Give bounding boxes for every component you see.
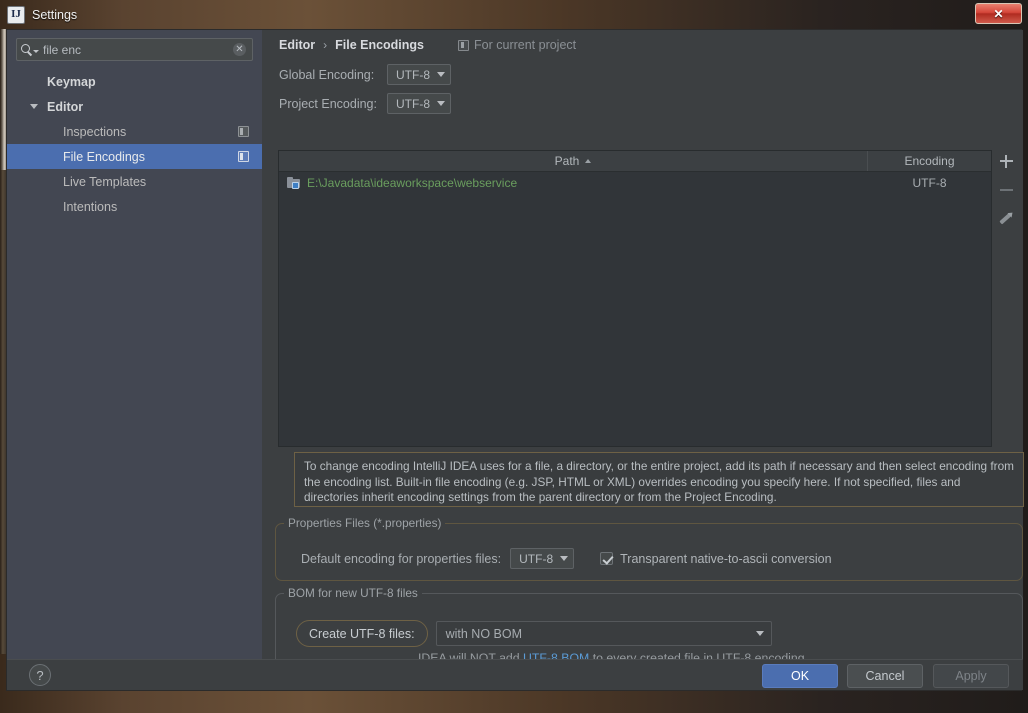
default-properties-encoding-select[interactable]: UTF-8	[510, 548, 575, 569]
transparent-conversion-checkbox[interactable]: Transparent native-to-ascii conversion	[600, 551, 832, 566]
sidebar-item-editor[interactable]: Editor	[7, 94, 262, 119]
chevron-down-icon[interactable]	[30, 104, 38, 109]
project-encoding-value: UTF-8	[396, 96, 430, 111]
sidebar-item-live-templates[interactable]: Live Templates	[7, 169, 262, 194]
global-encoding-select[interactable]: UTF-8	[387, 64, 451, 85]
breadcrumb-separator-icon: ›	[323, 38, 328, 52]
encodings-table: Path Encoding E:\Javadata\ideaworkspace\…	[278, 150, 992, 447]
intellij-idea-icon: IJ	[7, 5, 25, 24]
project-scope-icon	[238, 151, 249, 162]
bom-row: Create UTF-8 files: with NO BOM	[296, 620, 772, 647]
window-titlebar: IJ Settings ✕	[0, 0, 1028, 29]
help-icon[interactable]: ?	[29, 664, 51, 686]
properties-files-group: Properties Files (*.properties) Default …	[275, 516, 1023, 581]
table-toolbar	[993, 152, 1019, 238]
project-encoding-label: Project Encoding:	[279, 96, 377, 111]
default-encoding-label: Default encoding for properties files:	[301, 551, 502, 566]
settings-sidebar: ✕ Keymap Editor Inspections File Encodin…	[7, 30, 262, 659]
clear-search-icon[interactable]: ✕	[233, 43, 246, 56]
close-icon[interactable]: ✕	[975, 3, 1022, 24]
sidebar-item-label: Intentions	[63, 199, 118, 214]
sidebar-item-file-encodings[interactable]: File Encodings	[7, 144, 262, 169]
create-utf8-files-button[interactable]: Create UTF-8 files:	[296, 620, 428, 647]
chevron-down-icon	[437, 72, 445, 77]
table-cell-encoding[interactable]: UTF-8	[868, 176, 991, 190]
sidebar-item-label: Live Templates	[63, 174, 147, 189]
chevron-down-icon	[437, 101, 445, 106]
breadcrumb-parent[interactable]: Editor	[279, 38, 315, 52]
project-encoding-row: Project Encoding: UTF-8	[262, 89, 1023, 118]
table-row[interactable]: E:\Javadata\ideaworkspace\webservice UTF…	[279, 172, 991, 194]
settings-tree: Keymap Editor Inspections File Encodings…	[7, 69, 262, 219]
sidebar-item-keymap[interactable]: Keymap	[7, 69, 262, 94]
path-value: E:\Javadata\ideaworkspace\webservice	[307, 176, 518, 190]
column-header-encoding[interactable]: Encoding	[868, 151, 991, 171]
add-path-button[interactable]	[997, 152, 1015, 170]
column-header-label: Encoding	[904, 154, 955, 168]
apply-button[interactable]: Apply	[933, 664, 1009, 688]
cancel-button[interactable]: Cancel	[847, 664, 923, 688]
chevron-down-icon	[560, 556, 569, 561]
column-header-label: Path	[554, 154, 580, 168]
page-title: File Encodings	[335, 38, 425, 52]
default-properties-encoding-row: Default encoding for properties files: U…	[301, 548, 832, 569]
dialog-footer: ? OK Cancel Apply	[7, 659, 1023, 690]
sidebar-item-inspections[interactable]: Inspections	[7, 119, 262, 144]
default-encoding-value: UTF-8	[519, 551, 554, 566]
folder-icon	[287, 177, 301, 189]
project-scope-icon	[238, 126, 249, 137]
sidebar-item-label: File Encodings	[63, 149, 145, 164]
table-header: Path Encoding	[279, 151, 991, 172]
remove-path-button[interactable]	[997, 181, 1015, 199]
settings-dialog: ✕ Keymap Editor Inspections File Encodin…	[6, 29, 1024, 691]
global-encoding-label: Global Encoding:	[279, 67, 375, 82]
window-title: Settings	[32, 7, 78, 22]
desktop-background: IJ Settings ✕ ✕ Keymap Editor	[0, 0, 1028, 713]
bom-group-title: BOM for new UTF-8 files	[284, 586, 422, 600]
sort-ascending-icon	[585, 159, 592, 163]
project-scope-label: For current project	[474, 38, 577, 52]
edit-path-button[interactable]	[997, 210, 1015, 228]
ok-button[interactable]: OK	[762, 664, 838, 688]
bom-select[interactable]: with NO BOM	[435, 621, 772, 646]
breadcrumb: Editor › File Encodings For current proj…	[262, 30, 1023, 60]
project-encoding-select[interactable]: UTF-8	[387, 93, 451, 114]
sidebar-item-label: Inspections	[63, 124, 127, 139]
transparent-conversion-label: Transparent native-to-ascii conversion	[620, 551, 832, 566]
global-encoding-value: UTF-8	[396, 67, 430, 82]
search-input[interactable]	[43, 42, 233, 57]
sidebar-item-intentions[interactable]: Intentions	[7, 194, 262, 219]
column-header-path[interactable]: Path	[279, 151, 868, 171]
bom-value: with NO BOM	[445, 626, 522, 641]
project-scope-icon	[458, 39, 470, 51]
properties-files-group-title: Properties Files (*.properties)	[284, 516, 446, 530]
project-scope-indicator: For current project	[458, 38, 576, 52]
search-box[interactable]: ✕	[16, 38, 253, 61]
checkmark-icon	[600, 552, 614, 565]
search-icon	[21, 44, 39, 55]
description-box: To change encoding IntelliJ IDEA uses fo…	[294, 452, 1024, 507]
chevron-down-icon	[755, 631, 764, 636]
sidebar-item-label: Keymap	[47, 74, 96, 89]
table-cell-path: E:\Javadata\ideaworkspace\webservice	[279, 176, 868, 190]
sidebar-item-label: Editor	[47, 99, 84, 114]
global-encoding-row: Global Encoding: UTF-8	[262, 60, 1023, 89]
